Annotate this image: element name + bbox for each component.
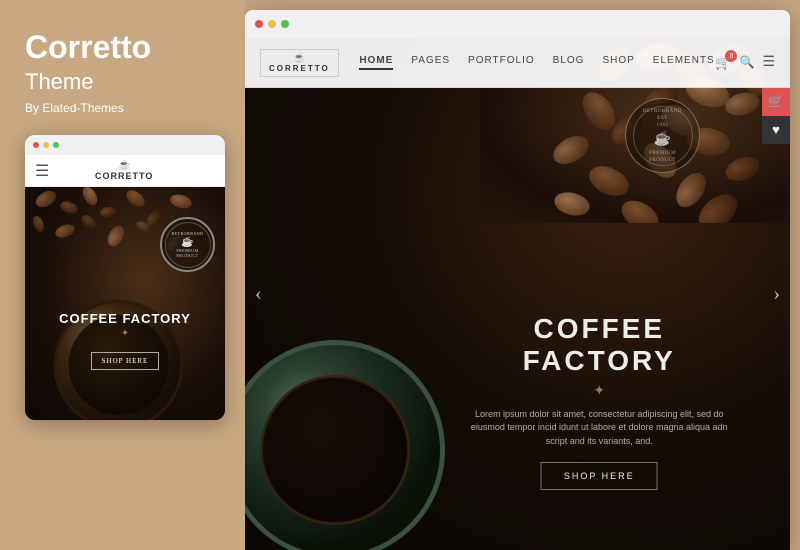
hero-badge: RETROBRANDEST1965 ☕ PREMIUMPRODUCT <box>625 98 700 173</box>
hero-badge-inner: RETROBRANDEST1965 ☕ PREMIUMPRODUCT <box>633 106 693 166</box>
mobile-logo: ☕ CORRETTO <box>95 160 153 181</box>
mobile-dot-yellow <box>43 142 49 148</box>
mobile-badge: RETROBRAND ☕ PREMIUMPRODUCT <box>160 217 215 272</box>
desktop-logo-icon: ☕ <box>293 53 305 64</box>
mobile-badge-icon: ☕ <box>181 237 193 248</box>
desktop-nav-links: HOME PAGES PORTFOLIO BLOG SHOP ELEMENTS <box>359 55 716 70</box>
hero-badge-top-text: RETROBRANDEST1965 <box>643 108 682 129</box>
mobile-mockup: ☰ ☕ CORRETTO <box>25 135 225 420</box>
mobile-hamburger-icon[interactable]: ☰ <box>35 161 49 181</box>
nav-link-elements[interactable]: ELEMENTS <box>653 55 715 70</box>
theme-subtitle: Theme <box>25 69 220 95</box>
hero-badge-bottom-text: PREMIUMPRODUCT <box>649 150 676 164</box>
mobile-shop-button[interactable]: SHOP HERE <box>91 352 160 370</box>
desktop-nav-icons: 🛒 0 🔍 ☰ <box>715 54 775 72</box>
desktop-logo-text: CORRETTO <box>269 64 330 73</box>
desktop-sidebar-icons: 🛒 ♥ <box>762 88 790 144</box>
hero-shop-button[interactable]: SHOP HERE <box>541 462 658 490</box>
mobile-logo-text: CORRETTO <box>95 171 153 181</box>
theme-title: Corretto <box>25 30 220 65</box>
mobile-hero-content: COFFEE FACTORY ✦ SHOP HERE <box>25 311 225 370</box>
hero-badge-icon: ☕ <box>654 131 671 148</box>
nav-link-blog[interactable]: BLOG <box>553 55 585 70</box>
browser-bar <box>245 10 790 38</box>
desktop-logo: ☕ CORRETTO <box>260 49 339 77</box>
mobile-divider: ✦ <box>25 328 225 339</box>
hero-arrow-left[interactable]: ‹ <box>255 283 262 306</box>
sidebar-wishlist-button[interactable]: ♥ <box>762 116 790 144</box>
cart-badge: 0 <box>725 50 737 62</box>
sidebar-cart-button[interactable]: 🛒 <box>762 88 790 116</box>
browser-dot-green[interactable] <box>281 20 289 28</box>
hero-title: COFFEE FACTORY <box>463 313 736 377</box>
mobile-dot-green <box>53 142 59 148</box>
desktop-coffee-cup <box>245 240 465 550</box>
hero-content: COFFEE FACTORY ✦ Lorem ipsum dolor sit a… <box>463 313 736 491</box>
mobile-dot-red <box>33 142 39 148</box>
left-panel: Corretto Theme By Elated-Themes ☰ ☕ CORR… <box>0 0 245 550</box>
theme-by: By Elated-Themes <box>25 101 220 115</box>
cart-container[interactable]: 🛒 0 <box>715 54 731 72</box>
browser-dot-yellow[interactable] <box>268 20 276 28</box>
desktop-hero: RETROBRANDEST1965 ☕ PREMIUMPRODUCT ‹ › C… <box>245 38 790 550</box>
hero-arrow-right[interactable]: › <box>773 283 780 306</box>
desktop-nav: ☕ CORRETTO HOME PAGES PORTFOLIO BLOG SHO… <box>245 38 790 88</box>
mobile-dots-bar <box>25 135 225 155</box>
mobile-badge-bottom-text: PREMIUMPRODUCT <box>176 248 198 258</box>
nav-link-pages[interactable]: PAGES <box>411 55 450 70</box>
nav-link-shop[interactable]: SHOP <box>602 55 634 70</box>
search-icon[interactable]: 🔍 <box>739 55 754 70</box>
mobile-hero-title: COFFEE FACTORY <box>25 311 225 326</box>
mobile-logo-icon: ☕ <box>118 160 130 171</box>
browser-dot-red[interactable] <box>255 20 263 28</box>
menu-icon[interactable]: ☰ <box>762 54 775 71</box>
mobile-nav: ☰ ☕ CORRETTO <box>25 155 225 187</box>
desktop-browser: ☕ CORRETTO HOME PAGES PORTFOLIO BLOG SHO… <box>245 10 790 550</box>
hero-description: Lorem ipsum dolor sit amet, consectetur … <box>463 408 736 449</box>
nav-link-home[interactable]: HOME <box>359 55 393 70</box>
desktop-site: ☕ CORRETTO HOME PAGES PORTFOLIO BLOG SHO… <box>245 38 790 550</box>
mobile-hero: RETROBRAND ☕ PREMIUMPRODUCT COFFEE FACTO… <box>25 187 225 420</box>
nav-link-portfolio[interactable]: PORTFOLIO <box>468 55 535 70</box>
hero-ornament: ✦ <box>463 383 736 400</box>
